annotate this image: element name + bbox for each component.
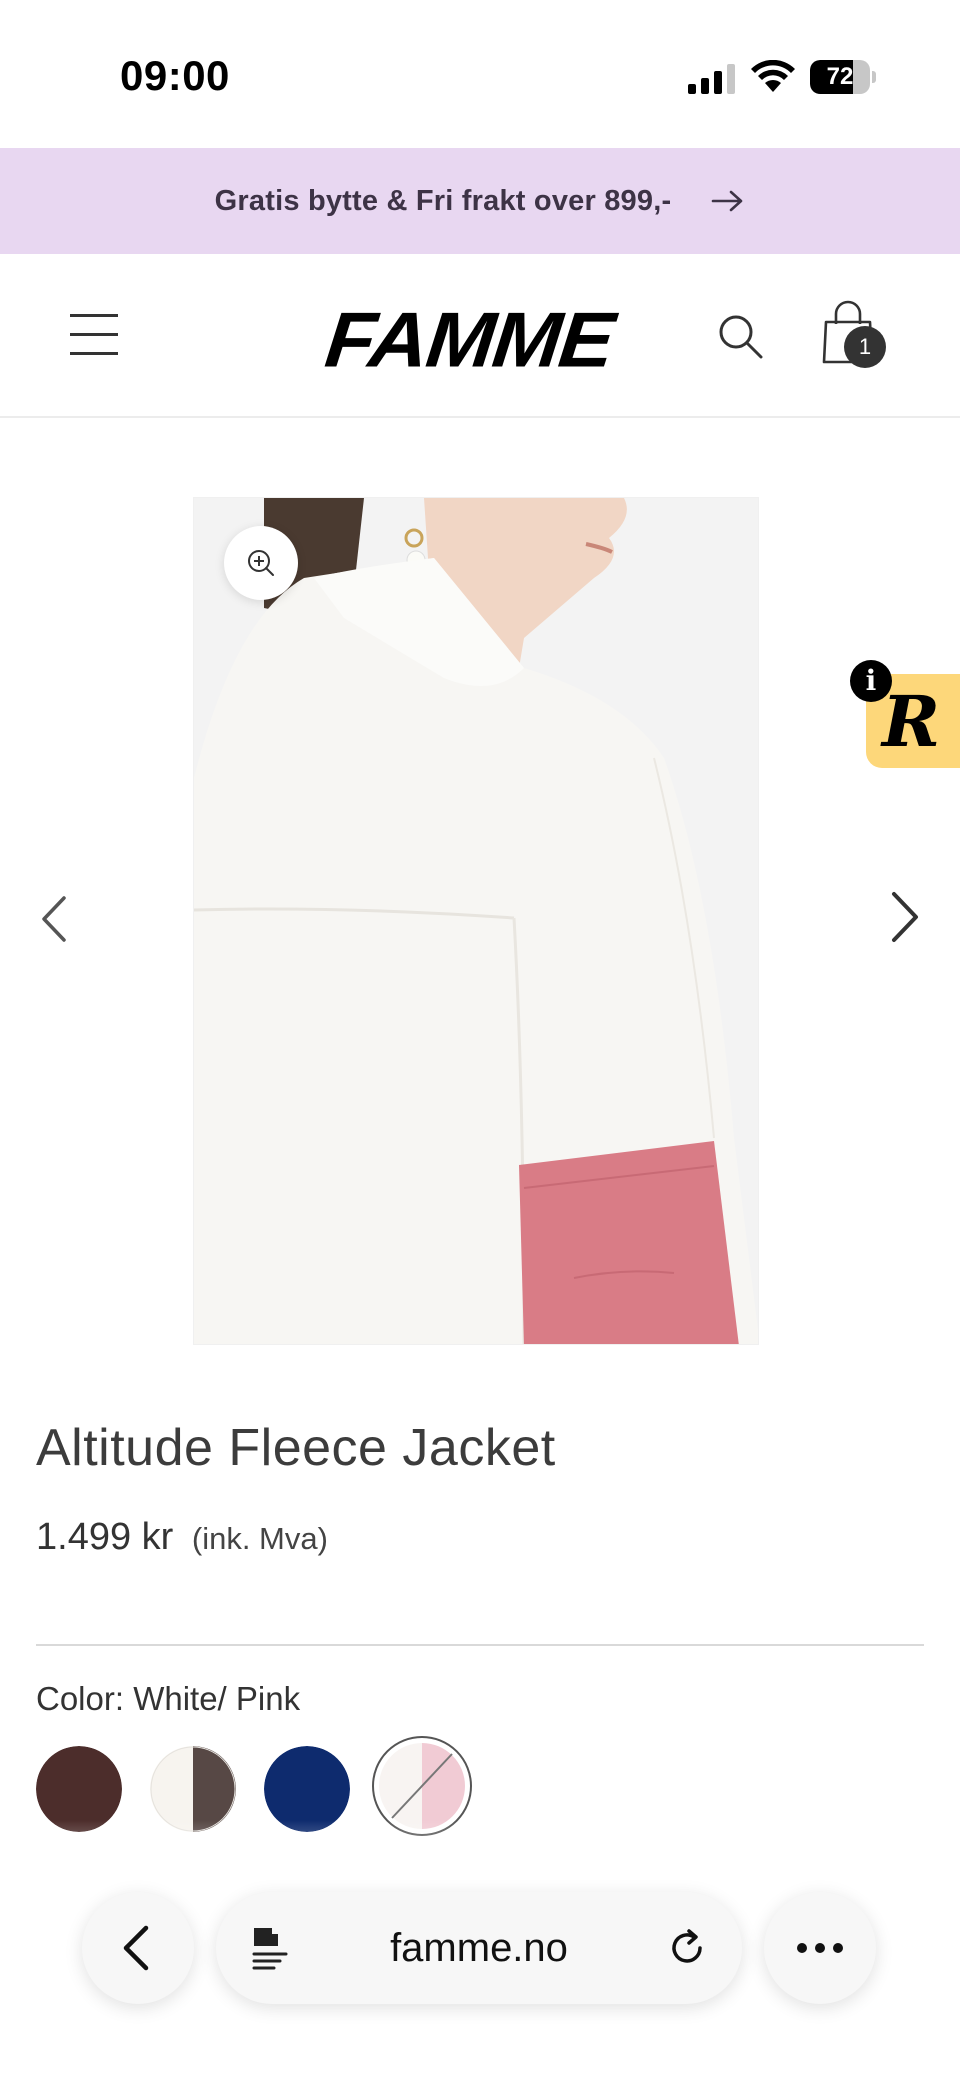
product-image[interactable] (193, 497, 759, 1345)
famme-logo[interactable]: FAMME (321, 296, 617, 385)
hamburger-menu-icon[interactable] (70, 312, 118, 356)
gallery-prev-button[interactable] (36, 894, 70, 944)
battery-icon: 72 (810, 60, 876, 94)
gallery-next-button[interactable] (888, 890, 922, 944)
product-price-block: 1.499 kr (ink. Mva) (36, 1516, 328, 1559)
status-bar: 09:00 72 (0, 0, 960, 148)
battery-level: 72 (826, 63, 854, 90)
browser-more-button[interactable] (764, 1892, 876, 2004)
selected-color-label: Color: White/ Pink (36, 1680, 301, 1717)
rewards-r-logo[interactable]: R (882, 680, 940, 763)
product-photo-jacket (194, 498, 758, 1344)
site-header: FAMME (0, 256, 960, 418)
divider (36, 1644, 924, 1646)
browser-url[interactable]: famme.no (216, 1892, 742, 2004)
info-icon[interactable]: i (850, 660, 892, 702)
chevron-left-icon (123, 1925, 149, 1971)
product-title: Altitude Fleece Jacket (36, 1419, 556, 1477)
zoom-in-button[interactable] (224, 526, 298, 600)
product-price: 1.499 kr (36, 1516, 174, 1558)
browser-address-bar[interactable]: famme.no (216, 1892, 742, 2004)
promo-banner[interactable]: Gratis bytte & Fri frakt over 899,- (0, 148, 960, 254)
promo-text: Gratis bytte & Fri frakt over 899,- (214, 184, 672, 217)
search-icon[interactable] (716, 312, 764, 360)
cellular-signal-icon (688, 64, 735, 94)
zoom-in-icon (248, 550, 274, 576)
reload-icon[interactable] (668, 1928, 708, 1968)
wifi-icon (751, 60, 795, 92)
arrow-right-icon (712, 190, 743, 212)
price-vat-note: (ink. Mva) (191, 1521, 328, 1556)
status-time: 09:00 (120, 52, 230, 99)
more-dots-icon (797, 1943, 843, 1953)
cart-count-badge[interactable]: 1 (844, 326, 886, 368)
browser-back-button[interactable] (82, 1892, 194, 2004)
